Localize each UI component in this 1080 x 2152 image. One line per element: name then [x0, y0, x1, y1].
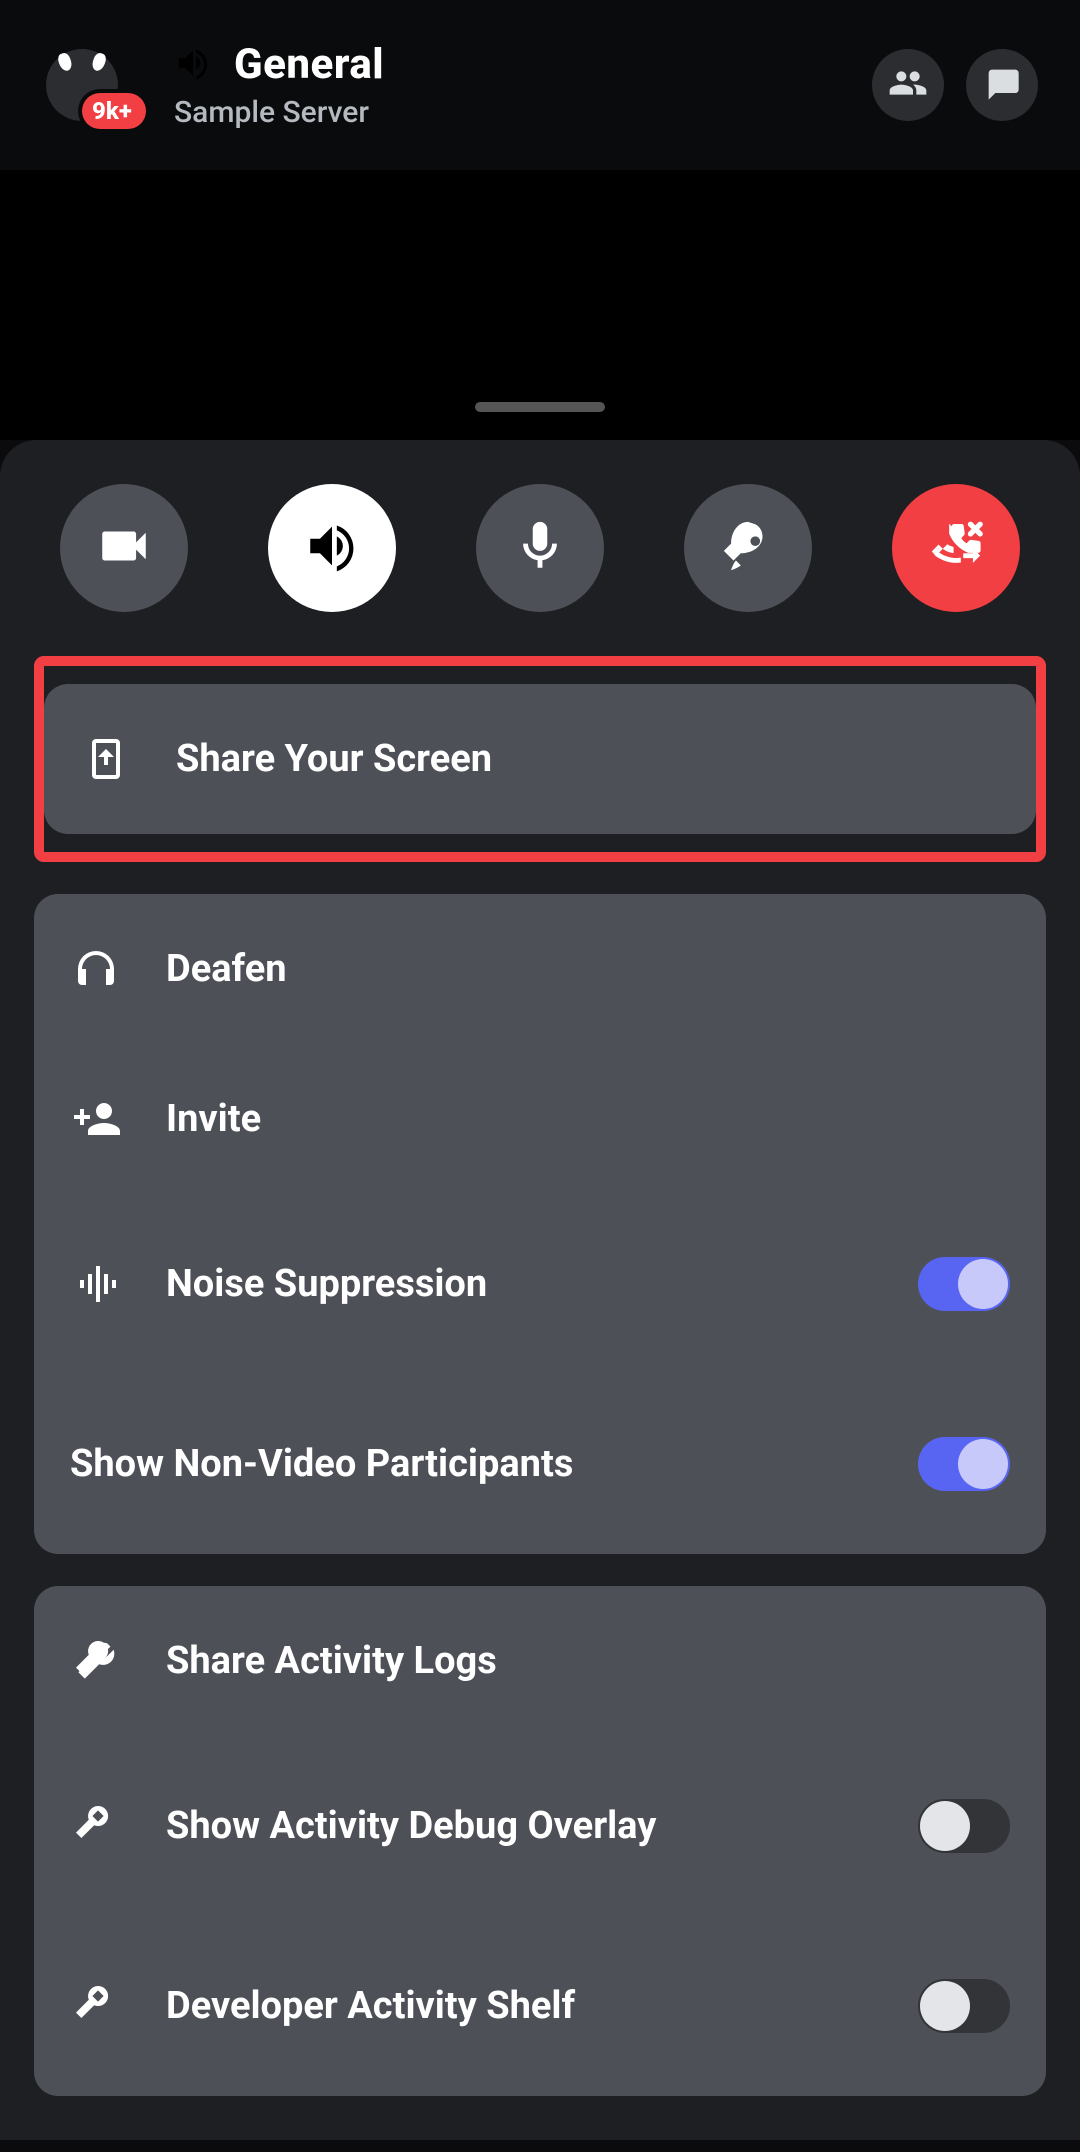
- noise-suppression-label: Noise Suppression: [166, 1262, 874, 1306]
- share-screen-icon: [80, 735, 132, 783]
- noise-suppression-toggle[interactable]: [918, 1257, 1010, 1311]
- wrench-icon: [70, 1802, 122, 1850]
- deafen-row[interactable]: Deafen: [70, 894, 1010, 1044]
- dev-shelf-row[interactable]: Developer Activity Shelf: [70, 1916, 1010, 2096]
- server-name: Sample Server: [174, 95, 384, 130]
- hangup-icon: [927, 517, 985, 579]
- camera-icon: [95, 517, 153, 579]
- mention-badge: 9k+: [82, 93, 146, 129]
- debug-overlay-row[interactable]: Show Activity Debug Overlay: [70, 1736, 1010, 1916]
- channel-title: General: [234, 40, 384, 89]
- soundwave-icon: [70, 1260, 122, 1308]
- dev-shelf-toggle[interactable]: [918, 1979, 1010, 2033]
- mic-icon: [511, 517, 569, 579]
- mic-button[interactable]: [476, 484, 604, 612]
- nonvideo-toggle[interactable]: [918, 1437, 1010, 1491]
- share-logs-label: Share Activity Logs: [166, 1639, 1010, 1683]
- nonvideo-label: Show Non-Video Participants: [70, 1442, 918, 1486]
- speaker-button[interactable]: [268, 484, 396, 612]
- wrench-icon: [70, 1982, 122, 2030]
- headphones-icon: [70, 945, 122, 993]
- sheet-grabber[interactable]: [475, 402, 605, 412]
- share-screen-row[interactable]: Share Your Screen: [80, 684, 1000, 834]
- invite-icon: [70, 1095, 122, 1143]
- camera-button[interactable]: [60, 484, 188, 612]
- activities-button[interactable]: [684, 484, 812, 612]
- invite-label: Invite: [166, 1097, 1010, 1141]
- debug-overlay-toggle[interactable]: [918, 1799, 1010, 1853]
- chat-icon: [982, 63, 1022, 107]
- rocket-icon: [719, 517, 777, 579]
- share-screen-highlight: Share Your Screen: [34, 656, 1046, 862]
- disconnect-button[interactable]: [892, 484, 1020, 612]
- deafen-label: Deafen: [166, 947, 1010, 991]
- wrench-icon: [70, 1637, 122, 1685]
- invite-row[interactable]: Invite: [70, 1044, 1010, 1194]
- call-actions-sheet: Share Your Screen Deafen Invite Noise Su…: [0, 440, 1080, 2140]
- share-screen-label: Share Your Screen: [176, 737, 1000, 781]
- speaker-icon: [174, 44, 212, 86]
- debug-overlay-label: Show Activity Debug Overlay: [166, 1804, 874, 1848]
- share-logs-row[interactable]: Share Activity Logs: [70, 1586, 1010, 1736]
- server-avatar[interactable]: 9k+: [42, 45, 122, 125]
- speaker-icon: [303, 517, 361, 579]
- members-icon: [888, 63, 928, 107]
- dev-shelf-label: Developer Activity Shelf: [166, 1984, 874, 2028]
- noise-suppression-row[interactable]: Noise Suppression: [70, 1194, 1010, 1374]
- messages-button[interactable]: [966, 49, 1038, 121]
- nonvideo-row[interactable]: Show Non-Video Participants: [70, 1374, 1010, 1554]
- members-button[interactable]: [872, 49, 944, 121]
